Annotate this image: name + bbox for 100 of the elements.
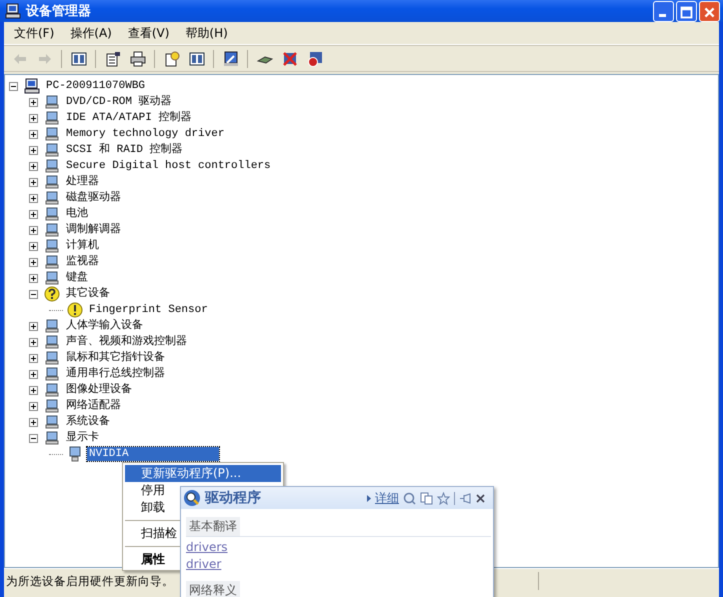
menu-item[interactable]: 帮助(H) [177, 24, 236, 42]
expand-toggle[interactable] [29, 402, 38, 410]
document-icon [104, 50, 120, 66]
tree-item[interactable]: PC-200911070WBG [44, 79, 148, 93]
translation-link[interactable]: driver [186, 556, 222, 573]
tree-item[interactable]: IDE ATA/ATAPI 控制器 [64, 111, 194, 125]
menu-item[interactable]: 文件(F) [6, 24, 62, 42]
monitor-icon [222, 50, 238, 66]
expand-toggle[interactable] [29, 210, 38, 218]
tree-item[interactable]: 调制解调器 [64, 223, 123, 237]
pin-icon[interactable] [459, 492, 472, 504]
panel-icon [188, 50, 204, 66]
tree-item[interactable]: 声音、视频和游戏控制器 [64, 335, 189, 349]
expand-toggle[interactable] [29, 130, 38, 138]
status-text: 为所选设备启用硬件更新向导。 [5, 574, 174, 588]
device-icon [44, 398, 60, 414]
maximize-button[interactable] [676, 0, 697, 22]
computer-icon [24, 78, 40, 94]
device-icon [44, 222, 60, 238]
section-heading: 网络释义 [186, 581, 240, 597]
device-icon [44, 366, 60, 382]
crossed-monitor-icon [282, 50, 298, 66]
close-button[interactable] [699, 0, 720, 22]
device-icon [44, 94, 60, 110]
tree-item[interactable]: Secure Digital host controllers [64, 159, 273, 173]
device-icon [44, 414, 60, 430]
expand-toggle[interactable] [29, 354, 38, 362]
star-icon[interactable] [437, 492, 450, 504]
device-icon [44, 190, 60, 206]
device-icon [44, 254, 60, 270]
collapse-toggle[interactable] [9, 82, 18, 90]
collapse-toggle[interactable] [29, 290, 38, 298]
device-icon [44, 206, 60, 222]
expand-toggle[interactable] [29, 338, 38, 346]
device-icon [44, 158, 60, 174]
device-icon [44, 318, 60, 334]
tree-item[interactable]: Memory technology driver [64, 127, 226, 141]
tree-item[interactable]: NVIDIA [87, 447, 219, 461]
tree-item[interactable]: 系统设备 [64, 415, 112, 429]
section-heading: 基本翻译 [186, 517, 240, 536]
expand-toggle[interactable] [29, 162, 38, 170]
expand-toggle[interactable] [29, 146, 38, 154]
expand-toggle[interactable] [29, 386, 38, 394]
tree-item[interactable]: 显示卡 [64, 431, 101, 445]
menu-item[interactable]: 查看(V) [120, 24, 178, 42]
expand-toggle[interactable] [29, 226, 38, 234]
tree-item[interactable]: 图像处理设备 [64, 383, 134, 397]
tree-item[interactable]: 键盘 [64, 271, 90, 285]
translation-link[interactable]: drivers [186, 539, 228, 556]
device-icon [44, 430, 60, 446]
device-icon [44, 270, 60, 286]
tree-item[interactable]: 通用串行总线控制器 [64, 367, 167, 381]
minimize-button[interactable] [653, 0, 674, 22]
dictionary-word: 驱动程序 [205, 489, 261, 507]
menu-item[interactable]: 更新驱动程序(P)... [125, 465, 281, 482]
device-icon [44, 350, 60, 366]
tree-item[interactable]: 计算机 [64, 239, 101, 253]
expand-toggle[interactable] [29, 274, 38, 282]
tree-item[interactable]: 处理器 [64, 175, 101, 189]
device-icon [44, 382, 60, 398]
expand-toggle[interactable] [29, 258, 38, 266]
computer-icon [5, 3, 21, 19]
expand-toggle[interactable] [29, 178, 38, 186]
expand-toggle[interactable] [29, 242, 38, 250]
detail-link[interactable]: 详细 [375, 490, 399, 506]
window-title: 设备管理器 [26, 3, 91, 20]
device-icon [44, 126, 60, 142]
device-icon [44, 174, 60, 190]
expand-toggle[interactable] [29, 418, 38, 426]
panel-icon [70, 50, 86, 66]
tree-item[interactable]: 鼠标和其它指针设备 [64, 351, 167, 365]
menu-item[interactable]: 操作(A) [62, 24, 120, 42]
expand-toggle[interactable] [29, 98, 38, 106]
tree-item[interactable]: 监视器 [64, 255, 101, 269]
magnifier-icon [183, 489, 201, 507]
tree-item[interactable]: SCSI 和 RAID 控制器 [64, 143, 185, 157]
collapse-toggle[interactable] [29, 434, 38, 442]
tree-item[interactable]: 网络适配器 [64, 399, 123, 413]
expand-toggle[interactable] [29, 322, 38, 330]
device-icon [44, 238, 60, 254]
tree-item[interactable]: 磁盘驱动器 [64, 191, 123, 205]
tree-item[interactable]: 人体学输入设备 [64, 319, 145, 333]
device-icon [44, 110, 60, 126]
minimize-icon [659, 14, 666, 16]
expand-toggle[interactable] [29, 114, 38, 122]
expand-toggle[interactable] [29, 194, 38, 202]
help-document-icon [164, 50, 180, 66]
tree-item[interactable]: Fingerprint Sensor [87, 303, 210, 317]
device-icon [44, 334, 60, 350]
printer-icon [130, 50, 146, 66]
tree-item[interactable]: 其它设备 [64, 287, 112, 301]
expand-toggle[interactable] [29, 370, 38, 378]
triangle-icon [367, 494, 371, 502]
close-icon[interactable] [476, 494, 485, 502]
copy-icon[interactable] [420, 492, 433, 504]
tree-item[interactable]: DVD/CD-ROM 驱动器 [64, 95, 174, 109]
device-icon [44, 142, 60, 158]
search-icon[interactable] [403, 492, 416, 504]
tree-item[interactable]: 电池 [64, 207, 90, 221]
monitor-stop-icon [306, 50, 322, 66]
